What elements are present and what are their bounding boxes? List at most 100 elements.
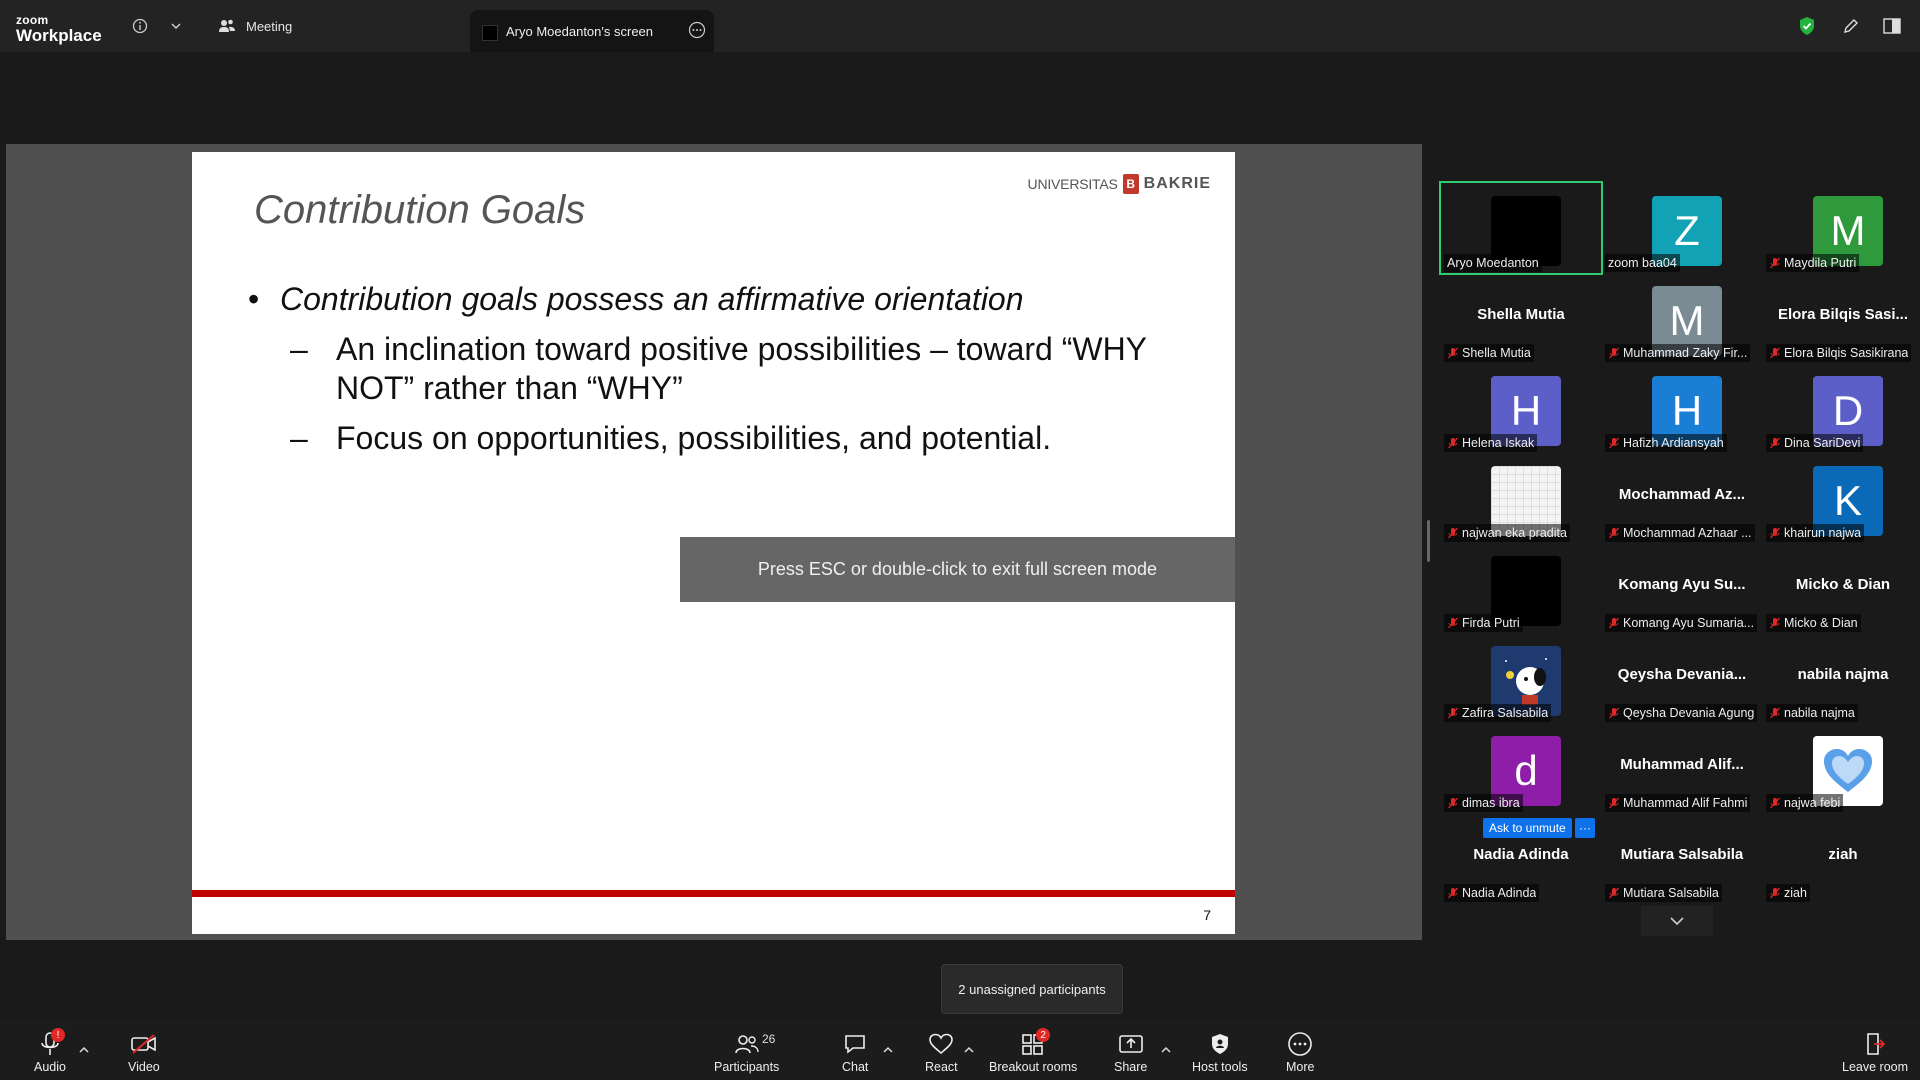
unassigned-participants-tooltip: 2 unassigned participants — [941, 964, 1123, 1014]
more-label: More — [1286, 1060, 1315, 1074]
leave-door-icon — [1867, 1033, 1886, 1055]
meeting-tab[interactable]: Meeting — [218, 18, 292, 34]
video-button[interactable]: Video — [128, 1030, 160, 1074]
microphone-muted-icon — [1448, 437, 1458, 449]
participant-display-name: Nadia Adinda — [1473, 846, 1569, 863]
microphone-muted-icon — [1609, 887, 1619, 899]
video-off-icon — [131, 1034, 156, 1054]
participant-display-name: Mochammad Az... — [1618, 486, 1746, 503]
participant-tile[interactable]: Komang Ayu Su... Komang Ayu Sumaria... — [1601, 542, 1763, 634]
participant-name-label: nabila najma — [1766, 704, 1858, 722]
bullet-sub-1-text: An inclination toward positive possibili… — [336, 330, 1147, 407]
participant-tile[interactable]: H Helena Iskak — [1440, 362, 1602, 454]
participant-tile[interactable]: Qeysha Devania... Qeysha Devania Agung — [1601, 632, 1763, 724]
ask-to-unmute-button[interactable]: Ask to unmute — [1483, 818, 1572, 838]
chat-button[interactable]: Chat — [842, 1030, 868, 1074]
participant-tile[interactable]: Zafira Salsabila — [1440, 632, 1602, 724]
slide-title: Contribution Goals — [254, 188, 586, 232]
participant-tile[interactable]: najwan eka pradita — [1440, 452, 1602, 544]
logo-zoom-text: zoom — [16, 13, 49, 27]
participant-tile[interactable]: Mutiara Salsabila Mutiara Salsabila — [1601, 812, 1763, 904]
participant-name-label: Muhammad Zaky Fir... — [1605, 344, 1751, 362]
annotate-pencil-icon[interactable] — [1841, 16, 1861, 36]
panel-resize-handle[interactable] — [1427, 520, 1430, 562]
screen-share-tab[interactable]: Aryo Moedanton's screen — [470, 10, 714, 52]
participant-name: ziah — [1784, 886, 1807, 900]
participant-tile[interactable]: Elora Bilqis Sasi... Elora Bilqis Sasikir… — [1762, 272, 1920, 364]
participant-tile[interactable]: Firda Putri — [1440, 542, 1602, 634]
participant-tile[interactable]: d dimas ibra — [1440, 722, 1602, 814]
react-label: React — [925, 1060, 958, 1074]
more-options-icon[interactable] — [688, 21, 706, 39]
participant-name-label: Micko & Dian — [1766, 614, 1861, 632]
view-layout-icon[interactable] — [1882, 16, 1902, 36]
slide-page-number: 7 — [1203, 907, 1211, 923]
participant-display-name: Micko & Dian — [1795, 576, 1891, 593]
participant-name: khairun najwa — [1784, 526, 1862, 540]
participant-name-label: Komang Ayu Sumaria... — [1605, 614, 1758, 632]
audio-button[interactable]: ! Audio — [34, 1028, 66, 1074]
participant-name-label: Muhammad Alif Fahmi — [1605, 794, 1751, 812]
participant-tile[interactable]: M Maydila Putri — [1762, 182, 1920, 274]
share-options-caret[interactable] — [1160, 1042, 1172, 1053]
participant-tile[interactable]: H Hafizh Ardiansyah — [1601, 362, 1763, 454]
participant-tile[interactable]: najwa febi — [1762, 722, 1920, 814]
microphone-muted-icon — [1448, 527, 1458, 539]
gallery-next-page-button[interactable] — [1641, 906, 1713, 936]
participant-tile[interactable]: Shella Mutia Shella Mutia — [1440, 272, 1602, 364]
chat-options-caret[interactable] — [882, 1042, 894, 1053]
meeting-tab-label: Meeting — [246, 18, 293, 34]
participant-name-label: dimas ibra — [1444, 794, 1523, 812]
exit-fullscreen-banner[interactable]: Press ESC or double-click to exit full s… — [680, 537, 1235, 602]
participant-tile[interactable]: Micko & Dian Micko & Dian — [1762, 542, 1920, 634]
audio-options-caret[interactable] — [78, 1042, 90, 1053]
host-tools-label: Host tools — [1192, 1060, 1248, 1074]
participant-tile[interactable]: Muhammad Alif... Muhammad Alif Fahmi — [1601, 722, 1763, 814]
participant-name-label: Zafira Salsabila — [1444, 704, 1552, 722]
info-icon[interactable] — [130, 16, 150, 36]
participant-name-label: ziah — [1766, 884, 1810, 902]
react-button[interactable]: React — [925, 1030, 958, 1074]
microphone-muted-icon — [1770, 347, 1780, 359]
breakout-rooms-button[interactable]: 2 Breakout rooms — [989, 1028, 1077, 1074]
shield-check-icon[interactable] — [1797, 16, 1817, 36]
react-options-caret[interactable] — [963, 1042, 975, 1053]
participant-tile[interactable]: M Muhammad Zaky Fir... — [1601, 272, 1763, 364]
chat-label: Chat — [842, 1060, 869, 1074]
participant-tile[interactable]: nabila najma nabila najma — [1762, 632, 1920, 724]
microphone-muted-icon — [1448, 797, 1458, 809]
participant-name: najwan eka pradita — [1462, 526, 1567, 540]
participant-tile[interactable]: Zzoom baa04 — [1601, 182, 1763, 274]
participant-tile[interactable]: ziah ziah — [1762, 812, 1920, 904]
microphone-muted-icon — [1770, 887, 1780, 899]
participant-name-label: khairun najwa — [1766, 524, 1865, 542]
screen-share-tab-label: Aryo Moedanton's screen — [506, 24, 654, 39]
participant-name: Dina SariDevi — [1784, 436, 1861, 450]
more-button[interactable]: More — [1286, 1030, 1314, 1074]
participant-display-name: Muhammad Alif... — [1620, 756, 1744, 773]
microphone-muted-icon — [1448, 887, 1458, 899]
share-button[interactable]: Share — [1114, 1030, 1147, 1074]
participant-name-label: Qeysha Devania Agung — [1605, 704, 1758, 722]
participant-name: Komang Ayu Sumaria... — [1623, 616, 1755, 630]
heart-icon — [929, 1033, 954, 1055]
leave-room-button[interactable]: Leave room — [1842, 1030, 1908, 1074]
participant-name-label: Shella Mutia — [1444, 344, 1534, 362]
participant-tile[interactable]: D Dina SariDevi — [1762, 362, 1920, 454]
participant-tile[interactable]: Aryo Moedanton — [1439, 181, 1603, 275]
more-icon — [1288, 1032, 1313, 1056]
microphone-muted-icon — [1770, 707, 1780, 719]
microphone-muted-icon — [1609, 617, 1619, 629]
screen-thumbnail — [482, 25, 498, 41]
host-tools-button[interactable]: Host tools — [1192, 1030, 1248, 1074]
participant-tile[interactable]: Mochammad Az... Mochammad Azhaar ... — [1601, 452, 1763, 544]
microphone-muted-icon — [1448, 347, 1458, 359]
participant-name: Firda Putri — [1462, 616, 1520, 630]
bullet-main: Contribution goals possess an affirmativ… — [248, 280, 1208, 320]
chevron-down-icon[interactable] — [166, 16, 186, 36]
participant-name: Nadia Adinda — [1462, 886, 1537, 900]
participant-tile[interactable]: Kkhairun najwa — [1762, 452, 1920, 544]
participant-name: nabila najma — [1784, 706, 1855, 720]
participant-more-button[interactable]: ··· — [1575, 818, 1595, 838]
participant-name: Helena Iskak — [1462, 436, 1535, 450]
